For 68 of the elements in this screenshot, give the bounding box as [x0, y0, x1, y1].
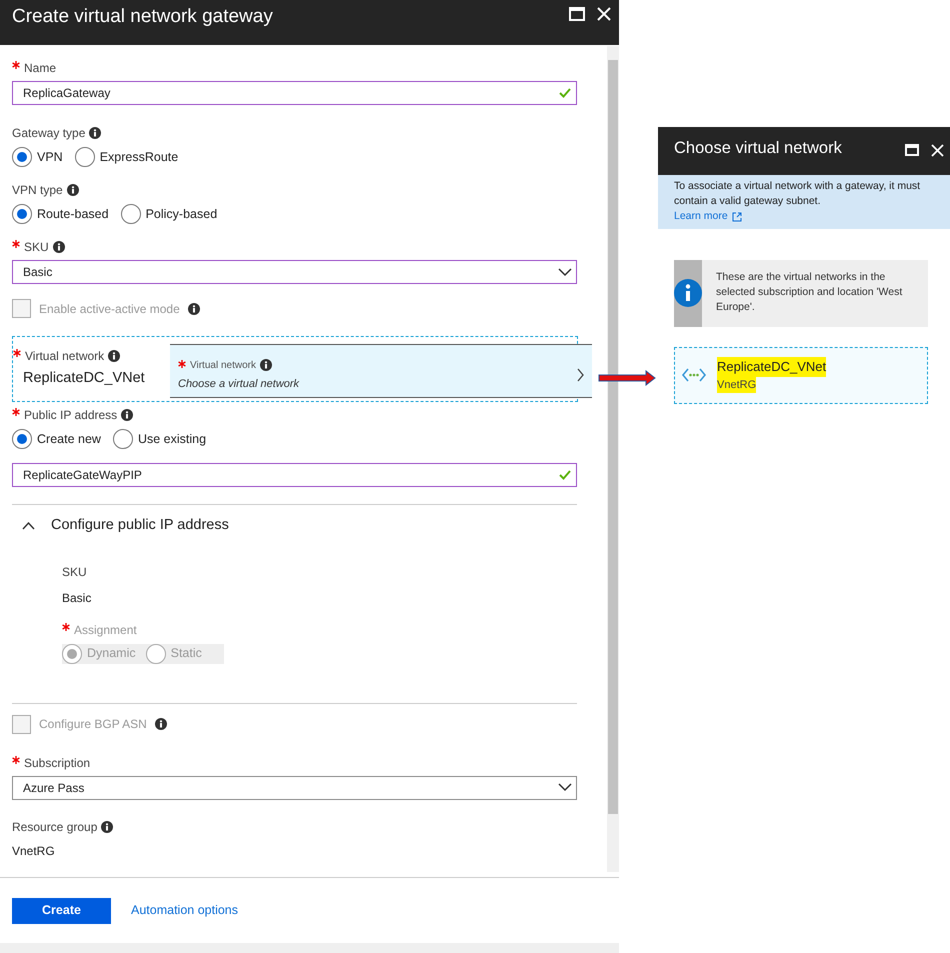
field-label: Resource group [12, 818, 98, 836]
field-label: SKU [62, 564, 88, 581]
field-label: Gateway type [12, 125, 86, 142]
arrow-icon [598, 370, 656, 386]
info-icon [66, 184, 79, 196]
network-group: VnetRG [717, 376, 756, 394]
close-button[interactable] [597, 7, 611, 21]
field-label: VPN type [12, 182, 63, 199]
field-value: Basic [62, 590, 92, 607]
field-label: Public IP address [24, 407, 118, 424]
radio-label: Policy-based [146, 206, 218, 223]
network-icon [681, 367, 707, 384]
info-icon [89, 127, 102, 139]
radio-label: ExpressRoute [100, 148, 178, 166]
radio-label: VPN [37, 148, 63, 166]
info-icon [154, 718, 167, 730]
radio-button[interactable] [120, 204, 141, 224]
notice-text: To associate a virtual network with a gateway, it must contain a valid gateway subnet. [674, 179, 922, 210]
dropdown[interactable]: Basic [12, 260, 577, 284]
radio-label: Route-based [37, 206, 109, 223]
maximize-button[interactable] [905, 144, 919, 156]
field-label: Assignment [74, 622, 137, 639]
blade-title: Create virtual network gateway [12, 5, 274, 29]
radio-button[interactable] [12, 147, 32, 167]
field-label: Virtual network [25, 348, 104, 365]
radio-label: Static [170, 645, 202, 662]
chevron-down-icon [558, 268, 572, 276]
field-label: SKU [24, 239, 49, 256]
chevron-down-icon [558, 783, 572, 792]
radio-button[interactable] [12, 429, 32, 449]
section-header[interactable]: Configure public IP address [22, 515, 229, 537]
radio-label: Create new [37, 430, 101, 448]
info-icon [101, 820, 114, 833]
external-link-icon [732, 212, 742, 222]
info-icon [188, 302, 200, 314]
field-value: VnetRG [12, 842, 56, 860]
close-button[interactable] [931, 144, 944, 156]
input-field[interactable]: ReplicaGateway [12, 81, 577, 105]
radio-button[interactable] [112, 429, 133, 449]
scrollbar[interactable] [607, 46, 619, 872]
field-value: ReplicateDC_VNet [23, 369, 145, 388]
radio-label: Use existing [138, 430, 206, 448]
network-item[interactable]: ReplicateDC_VNet VnetRG [674, 346, 928, 404]
info-icon [260, 359, 272, 372]
radio-button[interactable] [12, 204, 32, 224]
info-icon [121, 409, 134, 421]
info-icon [108, 350, 120, 362]
blade-title: Choose virtual network [674, 138, 843, 159]
input-field[interactable]: ReplicateGateWayPIP [12, 463, 577, 487]
picker-prompt: Choose a virtual network [178, 376, 300, 392]
automation-link[interactable]: Automation options [131, 901, 238, 920]
learn-more-link[interactable]: Learn more [674, 209, 742, 225]
radio-label: Dynamic [87, 645, 136, 662]
field-label: Subscription [24, 754, 90, 772]
info-icon [52, 241, 65, 253]
checkbox-label: Configure BGP ASN [39, 716, 147, 734]
create-button[interactable]: Create [12, 898, 111, 924]
virtual-network-picker[interactable]: Virtual network Choose a virtual network [170, 344, 592, 398]
dropdown[interactable]: Azure Pass [12, 776, 577, 800]
network-name: ReplicateDC_VNet [717, 357, 826, 377]
info-icon [674, 279, 702, 308]
picker-label: Virtual network [190, 358, 256, 373]
chevron-right-icon [577, 368, 584, 382]
radio-button[interactable] [74, 147, 95, 167]
info-text: These are the virtual networks in the selected subscription and location 'West Europe'. [715, 270, 904, 316]
checkbox-label: Enable active-active mode [39, 300, 180, 318]
maximize-button[interactable] [569, 7, 585, 21]
field-label: Name [24, 60, 56, 77]
